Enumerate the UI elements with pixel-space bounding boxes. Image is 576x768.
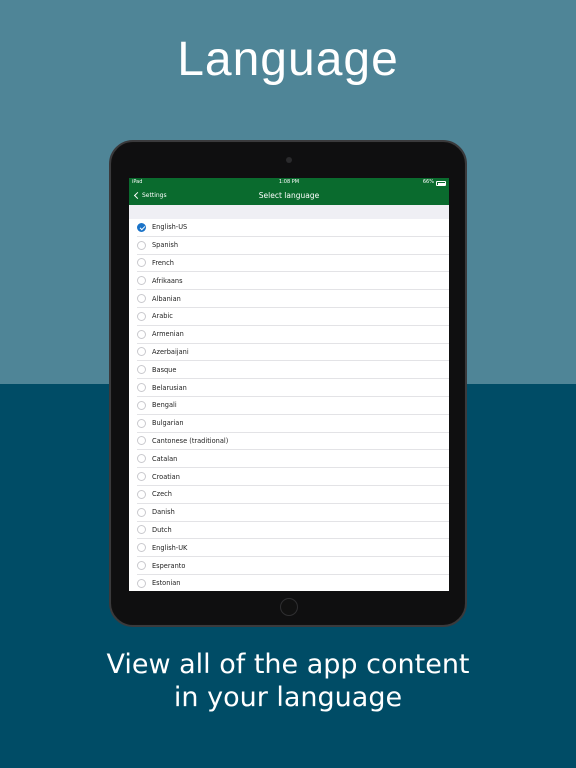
page-title: Select language: [258, 191, 320, 200]
language-label: Belarusian: [152, 383, 187, 392]
radio-unchecked-icon: [137, 472, 146, 482]
list-item[interactable]: Belarusian: [137, 379, 449, 397]
language-label: Azerbaijani: [152, 347, 189, 356]
ipad-device: iPad 1:08 PM 66% Settings Select languag…: [109, 140, 467, 627]
list-item[interactable]: Catalan: [137, 450, 449, 469]
status-time: 1:08 PM: [278, 179, 300, 185]
language-label: Danish: [152, 508, 175, 517]
battery-icon: [436, 181, 446, 186]
list-item[interactable]: Armenian: [137, 326, 449, 344]
radio-unchecked-icon: [137, 347, 146, 357]
nav-bar: Settings Select language: [129, 187, 449, 205]
home-button[interactable]: [280, 598, 298, 616]
list-item[interactable]: Afrikaans: [137, 272, 449, 291]
list-item[interactable]: Czech: [137, 486, 449, 504]
tagline-line-1: View all of the app content: [106, 649, 470, 680]
list-item[interactable]: Azerbaijani: [137, 344, 449, 362]
status-bar: iPad 1:08 PM 66%: [129, 178, 449, 187]
radio-checked-icon: [137, 222, 146, 232]
list-item[interactable]: French: [137, 255, 449, 273]
list-item[interactable]: Cantonese (traditional): [137, 433, 449, 451]
list-item[interactable]: Estonian: [137, 575, 449, 591]
language-label: Basque: [152, 365, 177, 374]
language-label: English-US: [152, 223, 188, 232]
language-label: Bulgarian: [152, 419, 184, 428]
language-label: Croatian: [152, 472, 180, 481]
radio-unchecked-icon: [137, 507, 146, 517]
radio-unchecked-icon: [137, 436, 146, 446]
language-label: Dutch: [152, 525, 172, 534]
list-item[interactable]: Basque: [137, 361, 449, 380]
list-header-spacer: [129, 205, 449, 219]
radio-unchecked-icon: [137, 258, 146, 268]
language-label: Albanian: [152, 294, 181, 303]
list-item[interactable]: Dutch: [137, 522, 449, 540]
tagline: View all of the app content in your lang…: [0, 648, 576, 714]
list-item[interactable]: Albanian: [137, 290, 449, 308]
radio-unchecked-icon: [137, 329, 146, 339]
list-item[interactable]: Arabic: [137, 308, 449, 326]
radio-unchecked-icon: [137, 454, 146, 464]
radio-unchecked-icon: [137, 543, 146, 553]
language-label: Armenian: [152, 330, 184, 339]
radio-unchecked-icon: [137, 578, 146, 588]
language-label: Catalan: [152, 454, 178, 463]
language-label: Spanish: [152, 241, 179, 250]
list-item[interactable]: English-UK: [137, 539, 449, 558]
battery-percent: 66%: [422, 179, 434, 185]
radio-unchecked-icon: [137, 240, 146, 250]
language-label: Arabic: [152, 312, 173, 321]
radio-unchecked-icon: [137, 561, 146, 571]
language-label: Esperanto: [152, 561, 186, 570]
list-item[interactable]: Esperanto: [137, 557, 449, 575]
list-item[interactable]: English-US: [137, 219, 449, 237]
language-label: Cantonese (traditional): [152, 436, 229, 445]
device-screen: iPad 1:08 PM 66% Settings Select languag…: [129, 178, 449, 591]
radio-unchecked-icon: [137, 311, 146, 321]
language-label: Estonian: [152, 579, 181, 588]
camera-dot: [286, 157, 292, 163]
radio-unchecked-icon: [137, 418, 146, 428]
list-item[interactable]: Croatian: [137, 468, 449, 486]
radio-unchecked-icon: [137, 400, 146, 410]
list-item[interactable]: Bulgarian: [137, 415, 449, 433]
language-label: Bengali: [152, 401, 177, 410]
radio-unchecked-icon: [137, 294, 146, 304]
headline: Language: [177, 33, 399, 86]
language-label: English-UK: [152, 543, 188, 552]
radio-unchecked-icon: [137, 383, 146, 393]
radio-unchecked-icon: [137, 525, 146, 535]
radio-unchecked-icon: [137, 276, 146, 286]
radio-unchecked-icon: [137, 365, 146, 375]
language-label: French: [152, 258, 174, 267]
language-list: English-US Spanish French Afrikaans Albanian…: [129, 219, 449, 591]
radio-unchecked-icon: [137, 489, 146, 499]
tagline-line-2: in your language: [173, 682, 403, 713]
list-item[interactable]: Danish: [137, 504, 449, 522]
language-label: Afrikaans: [152, 276, 183, 285]
list-item[interactable]: Bengali: [137, 397, 449, 415]
list-item[interactable]: Spanish: [137, 237, 449, 255]
language-label: Czech: [152, 490, 172, 499]
